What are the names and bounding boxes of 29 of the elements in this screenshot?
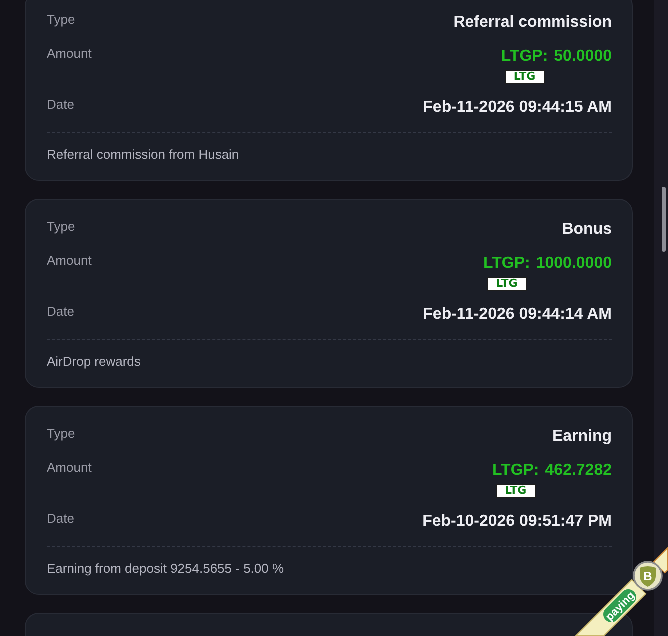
type-value: Bonus — [562, 220, 612, 240]
field-label: Date — [47, 510, 74, 528]
amount-value: 1000.0000 — [536, 254, 612, 274]
amount-value: 50.0000 — [554, 47, 612, 67]
token-badge: LTG — [496, 484, 536, 498]
field-label: Amount — [47, 252, 92, 270]
field-label: Amount — [47, 459, 92, 477]
transaction-note: Referral commission from Husain — [47, 146, 240, 164]
currency-label: LTGP: — [492, 461, 540, 481]
field-label: Date — [47, 96, 74, 114]
date-value: Feb-11-2026 09:44:15 AM — [423, 98, 612, 118]
type-value: Earning — [552, 427, 612, 447]
field-label: Date — [47, 303, 74, 321]
type-value: Referral commission — [454, 13, 612, 33]
field-label: Type — [47, 218, 76, 236]
currency-label: LTGP: — [484, 254, 530, 274]
transaction-note: Earning from deposit 9254.5655 - 5.00 % — [47, 560, 286, 578]
date-value: Feb-10-2026 09:51:47 PM — [422, 512, 612, 532]
token-badge: LTG — [486, 277, 527, 291]
scrollbar-track[interactable] — [654, 0, 668, 636]
scrollbar-thumb[interactable] — [662, 187, 666, 252]
amount-value: 462.7282 — [545, 461, 612, 481]
transaction-note: AirDrop rewards — [47, 353, 142, 371]
currency-label: LTGP: — [501, 47, 548, 67]
field-label: Type — [47, 11, 76, 29]
token-badge: LTG — [504, 70, 545, 84]
field-label: Type — [47, 425, 76, 443]
field-label: Amount — [47, 45, 92, 63]
date-value: Feb-11-2026 09:44:14 AM — [423, 305, 612, 325]
